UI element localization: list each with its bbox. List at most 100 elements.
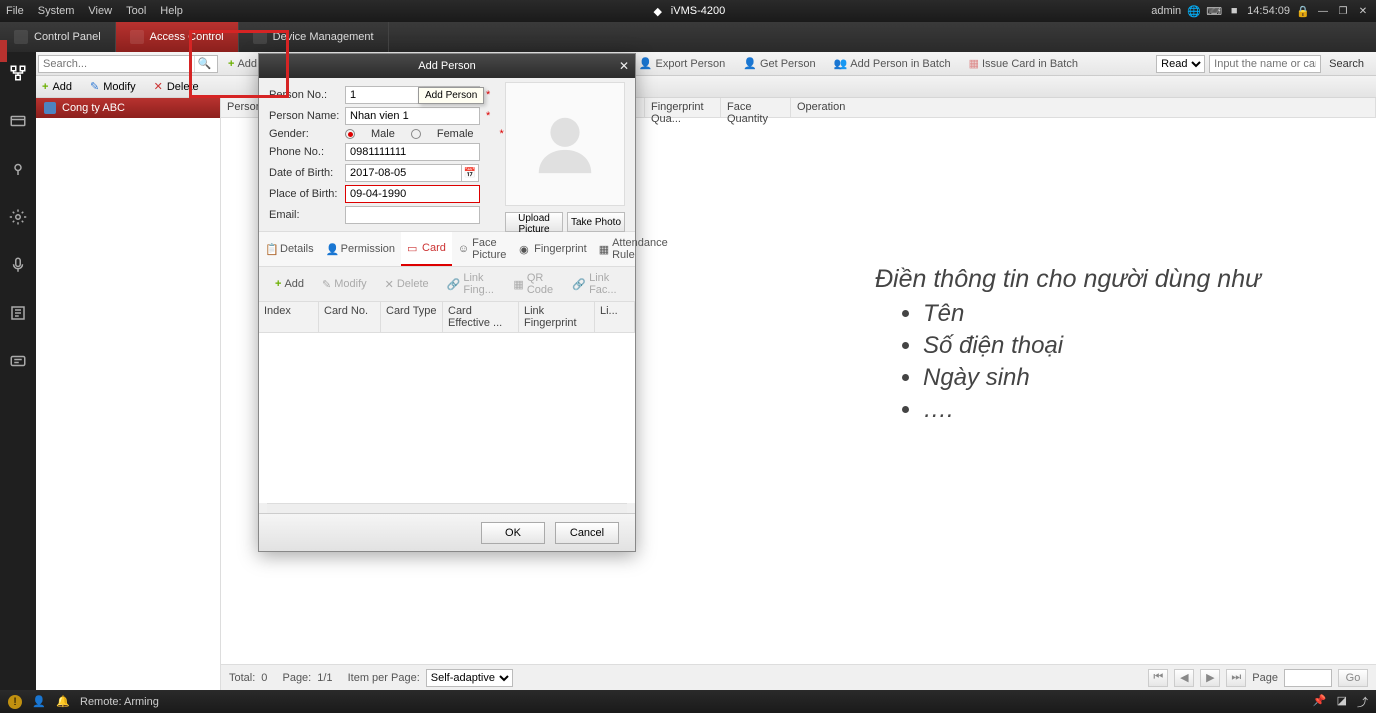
- record-icon[interactable]: ■: [1227, 4, 1241, 18]
- col-fingerprint-qty[interactable]: Fingerprint Qua...: [645, 98, 721, 117]
- dialog-titlebar[interactable]: Add Person ✕: [259, 54, 635, 78]
- access-control-icon: [130, 30, 144, 44]
- pager-page-input[interactable]: [1284, 669, 1332, 687]
- label-person-name: Person Name:: [269, 110, 345, 122]
- pager-prev[interactable]: ◀: [1174, 669, 1194, 687]
- input-person-name[interactable]: [345, 107, 480, 125]
- item-per-page-select[interactable]: Self-adaptive: [426, 669, 513, 687]
- left-rail: [0, 52, 36, 690]
- card-col-type[interactable]: Card Type: [381, 302, 443, 332]
- input-email[interactable]: [345, 206, 480, 224]
- org-add[interactable]: +Add: [42, 81, 72, 93]
- pager-first[interactable]: ⏮: [1148, 669, 1168, 687]
- menu-file[interactable]: File: [6, 5, 24, 17]
- menu-system[interactable]: System: [38, 5, 75, 17]
- toolbar-export-person[interactable]: 👤Export Person: [631, 53, 733, 75]
- cancel-button[interactable]: Cancel: [555, 522, 619, 544]
- dtab-face[interactable]: ☺Face Picture: [452, 232, 513, 266]
- annotation-heading: Điền thông tin cho người dùng như: [875, 265, 1261, 294]
- pager-total-value: 0: [261, 672, 267, 684]
- dtab-details[interactable]: 📋Details: [259, 232, 320, 266]
- status-bar: ! 👤 🔔 Remote: Arming 📌 ◪ ⤴: [0, 690, 1376, 713]
- tooltip-add-person: Add Person: [418, 87, 484, 104]
- label-dob: Date of Birth:: [269, 167, 345, 179]
- rail-card-icon[interactable]: [7, 110, 29, 132]
- pager-go[interactable]: Go: [1338, 669, 1368, 687]
- dtab-attendance[interactable]: ▦Attendance Rule: [593, 232, 676, 266]
- menu-view[interactable]: View: [88, 5, 112, 17]
- minimize-icon[interactable]: —: [1316, 4, 1330, 18]
- attendance-icon: ▦: [599, 243, 609, 255]
- org-delete[interactable]: ✕Delete: [154, 80, 199, 93]
- radio-male[interactable]: [345, 129, 355, 139]
- close-window-icon[interactable]: ✕: [1356, 4, 1370, 18]
- restore-icon[interactable]: ❐: [1336, 4, 1350, 18]
- calendar-icon[interactable]: 📅: [461, 164, 479, 182]
- read-mode-select[interactable]: Read: [1156, 55, 1205, 73]
- pager-page-label: Page:: [282, 672, 311, 684]
- upload-picture-button[interactable]: Upload Picture: [505, 212, 563, 232]
- pager-last[interactable]: ⏭: [1226, 669, 1246, 687]
- input-dob[interactable]: [345, 164, 462, 182]
- dtab-permission[interactable]: 👤Permission: [320, 232, 401, 266]
- dtab-fingerprint[interactable]: ◉Fingerprint: [513, 232, 593, 266]
- lock-icon[interactable]: 🔒: [1296, 4, 1310, 18]
- card-add[interactable]: +Add: [267, 273, 312, 295]
- status-pin-icon[interactable]: 📌: [1313, 694, 1327, 710]
- rail-org-icon[interactable]: [7, 62, 29, 84]
- add-person-dialog: Add Person ✕ Person No.: * Person Name: …: [258, 53, 636, 552]
- col-face-qty[interactable]: Face Quantity: [721, 98, 791, 117]
- search-button[interactable]: Search: [1325, 58, 1368, 70]
- rail-message-icon[interactable]: [7, 350, 29, 372]
- input-pob[interactable]: [345, 185, 480, 203]
- card-icon: ▭: [407, 242, 419, 254]
- card-col-no[interactable]: Card No.: [319, 302, 381, 332]
- menu-tool[interactable]: Tool: [126, 5, 146, 17]
- card-col-index[interactable]: Index: [259, 302, 319, 332]
- dialog-footer: OK Cancel: [259, 513, 635, 551]
- org-root[interactable]: Cong ty ABC: [36, 98, 220, 118]
- status-window-icon[interactable]: ◪: [1337, 694, 1347, 710]
- ok-button[interactable]: OK: [481, 522, 545, 544]
- dtab-card[interactable]: ▭Card: [401, 232, 452, 266]
- card-grid-header: Index Card No. Card Type Card Effective …: [259, 301, 635, 333]
- pager-next[interactable]: ▶: [1200, 669, 1220, 687]
- annotation-bullet: Ngày sinh: [923, 364, 1261, 392]
- input-phone[interactable]: [345, 143, 480, 161]
- tab-control-panel[interactable]: Control Panel: [0, 22, 116, 52]
- card-col-link[interactable]: Li...: [595, 302, 635, 332]
- globe-icon[interactable]: 🌐: [1187, 4, 1201, 18]
- rail-door-icon[interactable]: [7, 158, 29, 180]
- pager-page-value: 1/1: [317, 672, 332, 684]
- card-qr: ▦QR Code: [505, 273, 562, 295]
- status-person-icon[interactable]: 👤: [32, 695, 46, 709]
- device-management-icon: [253, 30, 267, 44]
- search-icon[interactable]: 🔍: [194, 56, 214, 72]
- rail-settings-icon[interactable]: [7, 206, 29, 228]
- take-photo-button[interactable]: Take Photo: [567, 212, 625, 232]
- details-icon: 📋: [265, 243, 277, 255]
- status-alarm-icon[interactable]: 🔔: [56, 695, 70, 709]
- col-operation[interactable]: Operation: [791, 98, 1376, 117]
- status-collapse-icon[interactable]: ⤴: [1357, 694, 1368, 710]
- tabstrip: Control Panel Access Control Device Mana…: [0, 22, 1376, 52]
- org-modify[interactable]: ✎Modify: [90, 80, 136, 93]
- radio-female[interactable]: [411, 129, 421, 139]
- filter-input[interactable]: [1209, 55, 1321, 73]
- toolbar-issue-batch[interactable]: ▦Issue Card in Batch: [961, 53, 1086, 75]
- search-input[interactable]: [39, 58, 194, 70]
- rail-report-icon[interactable]: [7, 302, 29, 324]
- rail-voice-icon[interactable]: [7, 254, 29, 276]
- tab-device-management[interactable]: Device Management: [239, 22, 389, 52]
- toolbar-add-batch[interactable]: 👥Add Person in Batch: [826, 53, 959, 75]
- toolbar-get-person[interactable]: 👤Get Person: [735, 53, 823, 75]
- warning-icon[interactable]: !: [8, 695, 22, 709]
- card-scrollbar[interactable]: [267, 503, 627, 513]
- dialog-close-icon[interactable]: ✕: [619, 59, 629, 73]
- annotation: Điền thông tin cho người dùng như Tên Số…: [875, 265, 1261, 428]
- menu-help[interactable]: Help: [160, 5, 183, 17]
- card-col-link-fp[interactable]: Link Fingerprint: [519, 302, 595, 332]
- keyboard-icon[interactable]: ⌨: [1207, 4, 1221, 18]
- card-col-effective[interactable]: Card Effective ...: [443, 302, 519, 332]
- tab-access-control[interactable]: Access Control: [116, 22, 239, 52]
